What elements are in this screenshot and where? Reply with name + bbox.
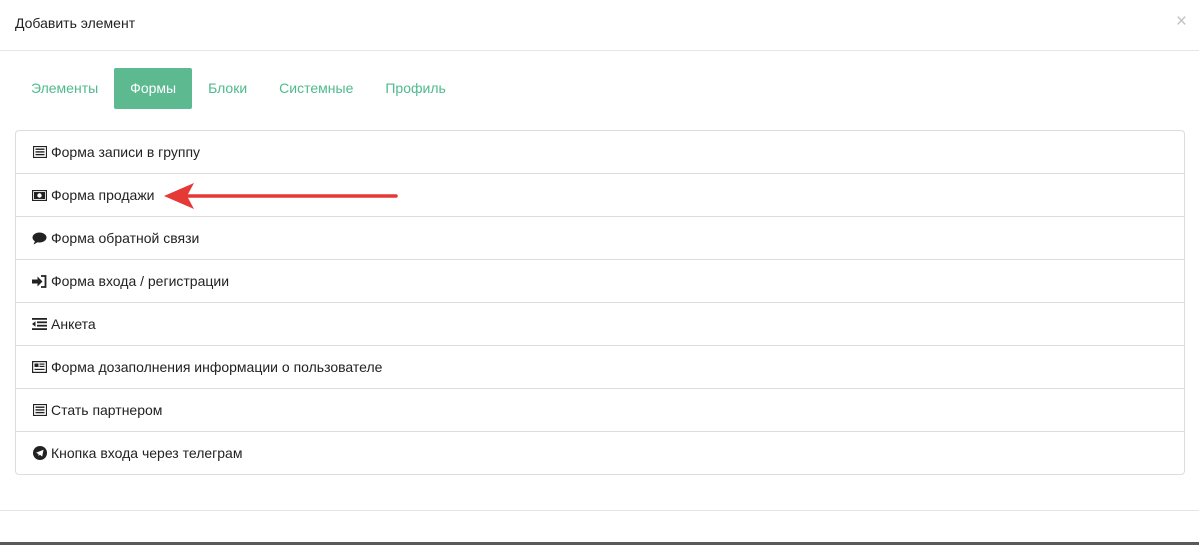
sign-in-icon bbox=[32, 274, 47, 288]
annotation-arrow bbox=[164, 183, 398, 209]
list-item-profile-completion-form[interactable]: Форма дозаполнения информации о пользова… bbox=[16, 345, 1184, 388]
money-icon bbox=[32, 188, 47, 202]
list-item-label: Форма обратной связи bbox=[51, 230, 200, 246]
tab-system[interactable]: Системные bbox=[263, 68, 369, 109]
modal-header: Добавить элемент × bbox=[0, 0, 1199, 51]
list-item-label: Форма входа / регистрации bbox=[51, 273, 230, 289]
close-button[interactable]: × bbox=[1176, 12, 1187, 31]
list-item-telegram-login-button[interactable]: Кнопка входа через телеграм bbox=[16, 431, 1184, 474]
list-item-group-signup-form[interactable]: Форма записи в группу bbox=[16, 131, 1184, 173]
tab-bar: Элементы Формы Блоки Системные Профиль bbox=[15, 68, 462, 110]
list-item-become-partner[interactable]: Стать партнером bbox=[16, 388, 1184, 431]
list-item-label: Форма записи в группу bbox=[51, 144, 201, 160]
tab-elements[interactable]: Элементы bbox=[15, 68, 114, 109]
list-item-label: Стать партнером bbox=[51, 402, 163, 418]
modal-footer-divider bbox=[0, 510, 1199, 511]
telegram-icon bbox=[32, 446, 47, 460]
tab-profile[interactable]: Профиль bbox=[369, 68, 461, 109]
list-alt-icon bbox=[32, 145, 47, 159]
comment-icon bbox=[32, 231, 47, 245]
list-item-label: Форма дозаполнения информации о пользова… bbox=[51, 359, 383, 375]
tab-blocks[interactable]: Блоки bbox=[192, 68, 263, 109]
list-item-label: Форма продажи bbox=[51, 187, 155, 203]
tab-forms[interactable]: Формы bbox=[114, 68, 193, 109]
list-alt-icon bbox=[32, 403, 47, 417]
newspaper-icon bbox=[32, 360, 47, 374]
modal-title: Добавить элемент bbox=[15, 15, 136, 31]
list-item-questionnaire[interactable]: Анкета bbox=[16, 302, 1184, 345]
list-item-label: Анкета bbox=[51, 316, 96, 332]
list-item-label: Кнопка входа через телеграм bbox=[51, 445, 243, 461]
list-item-login-form[interactable]: Форма входа / регистрации bbox=[16, 259, 1184, 302]
list-item-feedback-form[interactable]: Форма обратной связи bbox=[16, 216, 1184, 259]
outdent-icon bbox=[32, 317, 47, 331]
